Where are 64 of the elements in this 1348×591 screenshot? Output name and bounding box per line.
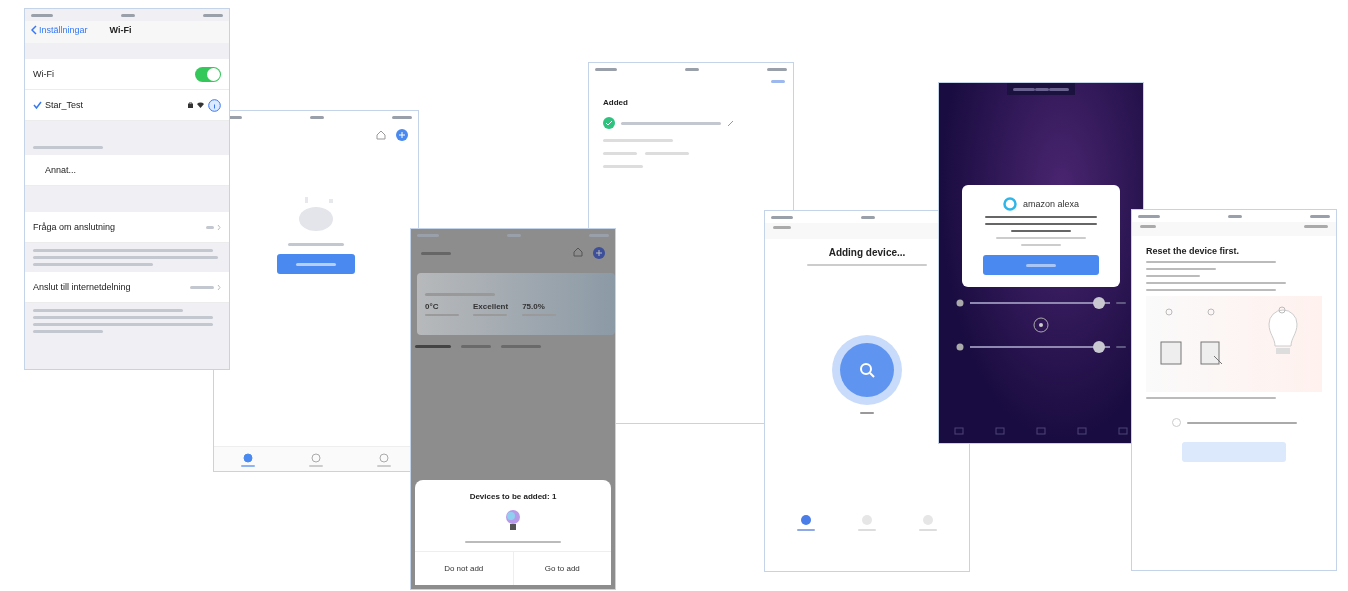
slider-icon <box>956 299 964 307</box>
tab-bar-item[interactable] <box>309 453 323 467</box>
blurred-text <box>206 225 214 229</box>
other-network[interactable]: Annat... <box>33 165 77 175</box>
sheet-button[interactable]: Go to add <box>512 552 611 585</box>
wifi-icon <box>197 102 204 108</box>
blurred-text <box>461 345 491 348</box>
brand-name: amazon alexa <box>1022 199 1079 209</box>
sheet-title: Devices to be added: 1 <box>469 492 557 501</box>
power-icon[interactable] <box>1033 317 1049 333</box>
screen-title: Wi-Fi <box>109 25 132 35</box>
lock-icon <box>188 102 193 108</box>
blurred-text <box>415 345 451 348</box>
blurred-text <box>421 251 451 255</box>
info-icon[interactable] <box>208 98 221 112</box>
weather-value: 0°C <box>425 301 440 311</box>
chevron-right-icon <box>217 283 221 291</box>
blurred-text <box>645 152 689 155</box>
blurred-text <box>603 165 643 168</box>
section-heading: Added <box>603 98 629 107</box>
toolbar-icon[interactable] <box>1036 427 1046 435</box>
blurred-text <box>190 285 214 289</box>
house-icon[interactable] <box>573 247 583 257</box>
light-bulb-icon <box>505 509 521 533</box>
blurred-text <box>603 152 637 155</box>
blurred-text <box>603 139 673 142</box>
chevron-left-icon <box>31 25 37 35</box>
wifi-label: Wi-Fi <box>33 69 54 79</box>
add-device-button[interactable] <box>277 254 355 274</box>
blurred-text <box>773 226 791 229</box>
chevron-right-icon <box>217 223 221 231</box>
screen-title: Reset the device first. <box>1146 246 1241 256</box>
search-progress-icon <box>831 334 903 406</box>
toolbar-icon[interactable] <box>1076 427 1087 435</box>
blurred-text <box>33 330 103 333</box>
blurred-text <box>771 80 785 83</box>
pencil-icon[interactable] <box>727 119 734 127</box>
confirm-checkbox[interactable] <box>1171 418 1181 427</box>
tab-bar-item[interactable] <box>377 453 391 467</box>
back-link[interactable]: Inställningar <box>31 25 88 35</box>
blurred-text <box>33 146 103 149</box>
slider-thumb[interactable] <box>1092 341 1105 353</box>
blurred-text <box>1140 225 1156 228</box>
blurred-text <box>288 243 344 246</box>
tab-bar-item[interactable] <box>241 453 255 467</box>
slider-icon <box>956 343 964 351</box>
add-icon[interactable] <box>593 247 605 259</box>
weather-value: Excellent <box>473 301 509 311</box>
house-icon[interactable] <box>376 130 386 140</box>
blurred-text <box>501 345 541 348</box>
hotspot-label: Anslut till internetdelning <box>33 282 131 292</box>
blurred-text <box>1304 225 1328 228</box>
dialog-button[interactable] <box>983 255 1099 275</box>
toolbar-icon[interactable] <box>954 427 965 435</box>
add-icon[interactable] <box>396 129 408 141</box>
screen-title: Adding device... <box>828 247 906 258</box>
ask-to-join-label: Fråga om anslutning <box>33 222 116 232</box>
weather-value: 75.0% <box>522 301 546 311</box>
ring-icon <box>1002 197 1017 211</box>
network-name[interactable]: Star_Test <box>45 100 84 110</box>
wifi-toggle[interactable] <box>195 66 221 82</box>
toolbar-icon[interactable] <box>1117 427 1128 435</box>
toolbar-icon[interactable] <box>995 427 1006 435</box>
slider-thumb[interactable] <box>1092 297 1105 309</box>
